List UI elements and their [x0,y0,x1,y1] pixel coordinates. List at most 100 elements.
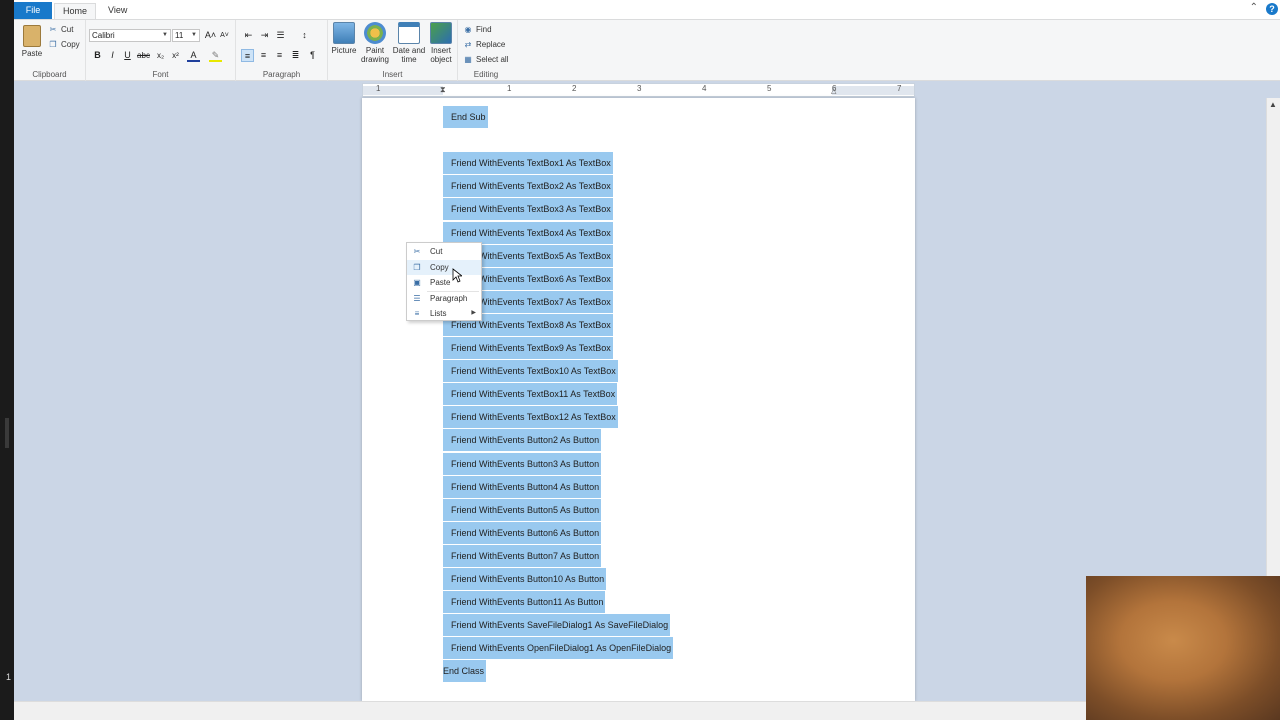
paragraph-group-label: Paragraph [262,70,301,79]
strikethrough-icon[interactable]: abc [137,49,150,62]
document-line: Friend WithEvents Button5 As Button [443,498,602,521]
align-left-icon[interactable]: ≡ [241,49,254,62]
paste-icon: ▣ [413,278,421,287]
minimize-ribbon-icon[interactable]: ⌃ [1250,2,1258,13]
font-family-select[interactable]: Calibri ▼ [89,29,171,42]
selected-text: Friend WithEvents Button6 As Button [443,521,602,544]
font-group: Calibri ▼ 11 ▼ A˄ A˅ B I U abc x₂ x² A ✎ F… [86,20,236,81]
copy-label: Copy [61,40,80,49]
list-icon: ≡ [414,309,420,318]
indent-marker-icon[interactable]: ⧗ [440,85,446,95]
document-line: Friend WithEvents Button11 As Button [443,591,606,614]
find-button[interactable]: ◉ Find [463,23,492,37]
object-label-1: Insert [430,46,451,55]
superscript-icon[interactable]: x² [169,49,182,62]
selected-text: Friend WithEvents TextBox10 As TextBox [443,360,618,383]
select-all-icon: ▦ [464,55,472,64]
chevron-down-icon: ▼ [191,32,197,38]
document-line: Friend WithEvents TextBox10 As TextBox [443,360,618,383]
replace-icon: ⇄ [464,40,472,49]
document-page[interactable]: End Sub Friend WithEvents TextBox1 As Tex… [362,98,915,701]
tab-view[interactable]: View [100,3,135,19]
menu-item-copy[interactable]: ❐ Copy [407,260,481,275]
selected-text: Friend WithEvents Button10 As Button [443,568,607,590]
paragraph-settings-icon[interactable]: ¶ [306,49,319,62]
font-size-select[interactable]: 11 ▼ [172,29,200,42]
ruler-number: 1 [376,84,381,93]
selected-text: Friend WithEvents SaveFileDialog1 As Sav… [443,614,671,637]
submenu-arrow-icon: ▶ [471,310,476,316]
document-line: Friend WithEvents Button4 As Button [443,475,602,498]
replace-label: Replace [476,40,506,49]
document-line: Friend WithEvents TextBox1 As TextBox [443,152,613,175]
date-label-2: time [401,55,417,64]
shrink-font-icon[interactable]: A˅ [218,29,231,42]
selected-text: Friend WithEvents Button5 As Button [443,498,602,521]
line-spacing-icon[interactable]: ↕ [298,29,311,42]
italic-icon[interactable]: I [106,49,119,62]
document-line: Friend WithEvents TextBox4 As TextBox [443,221,613,244]
decrease-indent-icon[interactable]: ⇤ [242,29,255,42]
tab-home[interactable]: Home [54,3,97,19]
document-line: Friend WithEvents Button7 As Button [443,544,602,567]
ribbon: Paste ✂ Cut ❐ Copy Clipboard Calibri ▼ 11 ▼ … [14,19,1280,81]
scissors-icon: ✂ [49,25,57,34]
bold-icon[interactable]: B [91,49,104,62]
chevron-down-icon: ▼ [162,32,168,38]
ruler-number: 4 [702,84,707,93]
calendar-icon [398,22,420,44]
help-icon[interactable]: ? [1266,3,1278,15]
edge-marker [5,418,9,448]
binoculars-icon: ◉ [464,25,472,34]
ruler-number: 2 [572,84,577,93]
document-line: End Class [443,660,487,683]
scroll-up-icon[interactable]: ▲ [1269,100,1277,109]
menu-item-paragraph[interactable]: ☰ Paragraph [407,291,481,306]
menu-lists-label: Lists [430,309,447,318]
picture-button[interactable]: Picture [330,22,358,55]
font-color-icon[interactable]: A [187,49,200,62]
horizontal-ruler[interactable]: 1 1 2 3 4 5 6 7 ⧗ △ [362,83,915,97]
ruler-margin-right [832,86,914,95]
menu-item-lists[interactable]: ≡ Lists ▶ [407,306,481,321]
document-line: Friend WithEvents Button6 As Button [443,521,602,544]
select-all-label: Select all [476,55,509,64]
select-all-button[interactable]: ▦ Select all [463,53,508,67]
paint-drawing-button[interactable]: Paint drawing [358,22,392,64]
cut-label: Cut [61,25,74,34]
selected-text: Friend WithEvents Button3 As Button [443,452,602,475]
menu-item-cut[interactable]: ✂ Cut [407,244,481,259]
underline-icon[interactable]: U [121,49,134,62]
left-edge-strip: 1 [0,0,14,720]
grow-font-icon[interactable]: A˄ [204,29,217,42]
replace-button[interactable]: ⇄ Replace [463,38,506,52]
align-right-icon[interactable]: ≡ [273,49,286,62]
paint-palette-icon [364,22,386,44]
paste-button[interactable]: Paste [18,22,46,58]
date-time-button[interactable]: Date and time [392,22,426,64]
right-indent-marker-icon[interactable]: △ [831,87,836,95]
selected-text: Friend WithEvents TextBox12 As TextBox [443,406,618,429]
document-line: Friend WithEvents OpenFileDialog1 As Ope… [443,637,674,660]
subscript-icon[interactable]: x₂ [154,49,167,62]
picture-icon [333,22,355,44]
tab-file[interactable]: File [14,2,52,19]
paste-label: Paste [21,49,43,58]
object-icon [430,22,452,44]
clipboard-group: Paste ✂ Cut ❐ Copy Clipboard [14,20,86,81]
bullet-list-icon[interactable]: ☰ [274,29,287,42]
selected-text: Friend WithEvents TextBox9 As TextBox [443,337,613,359]
menu-item-paste[interactable]: ▣ Paste [407,275,481,290]
font-size-value: 11 [175,31,184,40]
highlight-icon[interactable]: ✎ [209,49,222,62]
copy-button[interactable]: ❐ Copy [48,38,80,52]
increase-indent-icon[interactable]: ⇥ [258,29,271,42]
cut-button[interactable]: ✂ Cut [48,23,74,37]
selected-text: End Class [443,660,487,683]
paint-label-2: drawing [360,55,389,64]
ribbon-tab-bar: File Home View ⌃ ? [14,0,1280,19]
insert-object-button[interactable]: Insert object [426,22,456,64]
document-line: Friend WithEvents TextBox11 As TextBox [443,383,618,406]
align-center-icon[interactable]: ≡ [257,49,270,62]
justify-icon[interactable]: ≣ [289,49,302,62]
